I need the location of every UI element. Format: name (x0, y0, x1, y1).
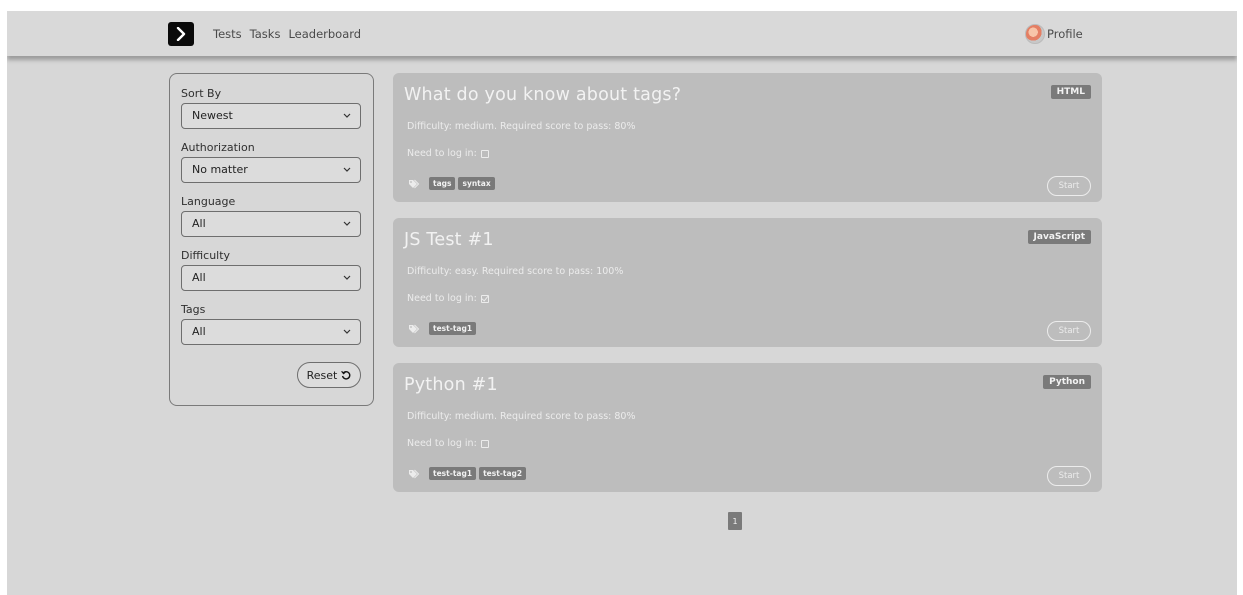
app-frame: Tests Tasks Leaderboard Profile Sort By … (7, 11, 1237, 595)
tag-chip[interactable]: tags (429, 177, 456, 190)
tags-label: Tags (181, 303, 206, 316)
profile-link[interactable]: Profile (1025, 24, 1083, 44)
authorization-label: Authorization (181, 141, 255, 154)
tag-chip[interactable]: syntax (458, 177, 495, 190)
language-value: All (192, 217, 206, 230)
language-badge: HTML (1050, 85, 1091, 99)
tag-list: test-tag1 test-tag2 (408, 467, 527, 480)
difficulty-select[interactable]: All (181, 265, 361, 291)
test-title[interactable]: Python #1 (404, 375, 498, 395)
tag-list: test-tag1 (408, 322, 477, 335)
login-checkbox-icon (480, 439, 489, 448)
login-required: Need to log in: (407, 293, 489, 304)
authorization-select[interactable]: No matter (181, 157, 361, 183)
language-badge: Python (1043, 375, 1091, 389)
language-select[interactable]: All (181, 211, 361, 237)
sort-by-label: Sort By (181, 87, 222, 100)
test-title[interactable]: What do you know about tags? (404, 85, 681, 105)
test-card: What do you know about tags? HTML Diffic… (393, 73, 1102, 202)
sort-by-select[interactable]: Newest (181, 103, 361, 129)
chevron-down-icon (343, 167, 351, 172)
home-logo-button[interactable] (168, 22, 194, 46)
tag-list: tags syntax (408, 177, 495, 190)
authorization-value: No matter (192, 163, 248, 176)
login-required: Need to log in: (407, 438, 489, 449)
login-required: Need to log in: (407, 148, 489, 159)
reset-icon (341, 370, 351, 380)
nav-link-tests[interactable]: Tests (213, 27, 242, 41)
chevron-down-icon (343, 221, 351, 226)
avatar (1025, 24, 1045, 44)
reset-label: Reset (306, 368, 338, 382)
test-details: Difficulty: medium. Required score to pa… (407, 121, 636, 132)
tags-icon (409, 469, 420, 478)
tags-value: All (192, 325, 206, 338)
start-button[interactable]: Start (1047, 176, 1091, 196)
start-button[interactable]: Start (1047, 466, 1091, 486)
test-card: JS Test #1 JavaScript Difficulty: easy. … (393, 218, 1102, 347)
start-button[interactable]: Start (1047, 321, 1091, 341)
chevron-down-icon (343, 113, 351, 118)
nav-link-tasks[interactable]: Tasks (250, 27, 281, 41)
test-title[interactable]: JS Test #1 (404, 230, 494, 250)
login-label: Need to log in: (407, 293, 477, 304)
login-label: Need to log in: (407, 438, 477, 449)
tags-icon (409, 179, 420, 188)
filter-panel: Sort By Newest Authorization No matter L… (169, 73, 374, 406)
chevron-down-icon (343, 275, 351, 280)
sort-by-value: Newest (192, 109, 233, 122)
profile-label: Profile (1047, 27, 1083, 41)
difficulty-value: All (192, 271, 206, 284)
language-label: Language (181, 195, 236, 208)
tags-icon (409, 324, 420, 333)
nav-links: Tests Tasks Leaderboard (213, 27, 361, 41)
language-badge: JavaScript (1027, 230, 1091, 244)
login-label: Need to log in: (407, 148, 477, 159)
tag-chip[interactable]: test-tag2 (479, 467, 527, 480)
tag-chip[interactable]: test-tag1 (429, 322, 477, 335)
top-navbar: Tests Tasks Leaderboard Profile (7, 11, 1237, 56)
test-card: Python #1 Python Difficulty: medium. Req… (393, 363, 1102, 492)
test-details: Difficulty: easy. Required score to pass… (407, 266, 624, 277)
test-details: Difficulty: medium. Required score to pa… (407, 411, 636, 422)
chevron-right-icon (176, 27, 186, 41)
chevron-down-icon (343, 329, 351, 334)
tag-chip[interactable]: test-tag1 (429, 467, 477, 480)
login-checkbox-icon (480, 149, 489, 158)
nav-link-leaderboard[interactable]: Leaderboard (288, 27, 361, 41)
tags-select[interactable]: All (181, 319, 361, 345)
login-checked-icon (480, 294, 489, 303)
difficulty-label: Difficulty (181, 249, 231, 262)
reset-button[interactable]: Reset (297, 362, 361, 388)
pagination-page-button[interactable]: 1 (728, 512, 742, 530)
